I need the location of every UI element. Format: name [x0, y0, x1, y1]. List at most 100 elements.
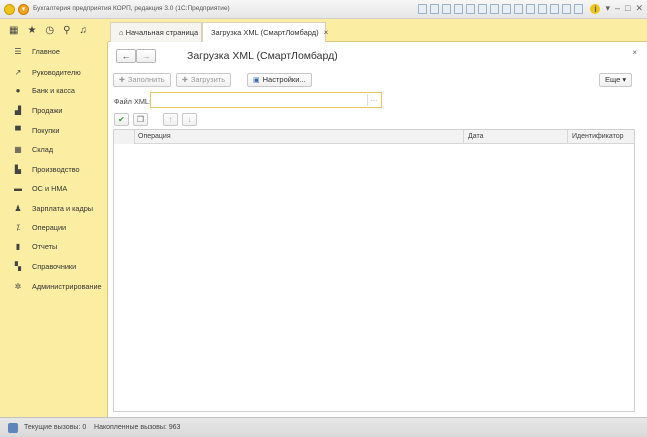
sidebar-item-label: Банк и касса: [32, 85, 75, 95]
maximize-icon[interactable]: □: [625, 3, 630, 14]
sidebar-item-label: Производство: [32, 164, 80, 174]
sidebar-item-purchases[interactable]: ▀ Покупки: [12, 122, 59, 138]
toolbar-icon[interactable]: [490, 4, 499, 14]
sidebar-item-label: Руководителю: [32, 67, 81, 77]
toolbar-icon[interactable]: [478, 4, 487, 14]
menu-icon: ☰: [14, 46, 22, 56]
app-logo-icon[interactable]: [4, 4, 15, 15]
truck-icon: ▬: [14, 183, 22, 193]
column-header-operation[interactable]: Операция: [138, 133, 171, 140]
move-down-button[interactable]: ↓: [182, 113, 197, 126]
panel-icons: ▦ ★ ◷ ⚲ ♫: [0, 19, 108, 42]
sidebar-item-assets[interactable]: ▬ ОС и НМА: [12, 180, 67, 196]
check-all-button[interactable]: ✔: [114, 113, 129, 126]
close-form-icon[interactable]: ×: [632, 48, 637, 57]
settings-icon: ▣: [253, 77, 260, 84]
chevron-down-icon[interactable]: ▾: [605, 3, 610, 14]
fill-button[interactable]: ✚ Заполнить: [113, 73, 171, 87]
tab-home[interactable]: ⌂ Начальная страница: [110, 22, 202, 42]
file-select-icon[interactable]: …: [367, 94, 380, 106]
grid-menu-icon[interactable]: ▦: [9, 25, 18, 36]
toolbar-icon[interactable]: [418, 4, 427, 14]
sidebar-item-catalogs[interactable]: ▚ Справочники: [12, 258, 76, 274]
toolbar-icon[interactable]: [466, 4, 475, 14]
sidebar-item-label: Главное: [32, 46, 60, 56]
info-icon[interactable]: i: [590, 3, 601, 14]
sidebar-item-admin[interactable]: ✲ Администрирование: [12, 278, 102, 294]
star-icon[interactable]: ★: [27, 25, 36, 36]
sidebar-item-manager[interactable]: ↗ Руководителю: [12, 64, 81, 80]
toolbar-icon[interactable]: [454, 4, 463, 14]
tab-close-icon[interactable]: ×: [324, 28, 329, 37]
chevron-down-icon: ▾: [622, 75, 627, 84]
sidebar-item-warehouse[interactable]: ▦ Склад: [12, 141, 53, 157]
toolbar-icon[interactable]: [562, 4, 571, 14]
sidebar-item-label: ОС и НМА: [32, 183, 68, 193]
check-icon: ✔: [118, 115, 125, 124]
window-title: Бухгалтерия предприятия КОРП, редакция 3…: [33, 5, 230, 12]
calls-icon: [8, 423, 18, 433]
history-icon[interactable]: ◷: [45, 25, 54, 36]
sidebar-item-label: Администрирование: [32, 281, 102, 291]
column-header-identifier[interactable]: Идентификатор: [572, 133, 624, 140]
fill-button-label: Заполнить: [127, 75, 165, 84]
operations-table[interactable]: Операция Дата Идентификатор: [113, 129, 635, 412]
cart-icon: ▀: [15, 125, 21, 135]
toolbar-icon[interactable]: [502, 4, 511, 14]
fill-icon: ✚: [119, 77, 125, 84]
book-icon: ▚: [14, 261, 22, 271]
minimize-icon[interactable]: –: [615, 3, 620, 14]
move-up-button[interactable]: ↑: [163, 113, 178, 126]
toolbar-icon[interactable]: [514, 4, 523, 14]
more-button-label: Еще: [605, 75, 621, 84]
home-icon: ⌂: [119, 28, 126, 37]
arrow-right-icon: →: [141, 51, 151, 61]
sidebar-item-salary[interactable]: ♟ Зарплата и кадры: [12, 200, 93, 216]
sidebar-item-bank[interactable]: ● Банк и касса: [12, 82, 75, 98]
sidebar: ☰ Главное ↗ Руководителю ● Банк и касса ▟ Пр…: [0, 42, 108, 417]
sidebar-item-sales[interactable]: ▟ Продажи: [12, 102, 63, 118]
toolbar-icon[interactable]: [574, 4, 583, 14]
toolbar-icon[interactable]: [526, 4, 535, 14]
file-xml-input[interactable]: [150, 92, 382, 108]
sidebar-item-production[interactable]: ▙ Производство: [12, 161, 80, 177]
load-button[interactable]: ✚ Загрузить: [176, 73, 232, 87]
table-header: Операция Дата Идентификатор: [114, 130, 634, 144]
page-title: Загрузка XML (СмартЛомбард): [187, 50, 338, 62]
more-button[interactable]: Еще ▾: [599, 73, 633, 87]
sidebar-item-label: Зарплата и кадры: [32, 203, 94, 213]
sidebar-item-label: Склад: [32, 144, 54, 154]
bank-icon: ●: [15, 85, 21, 95]
sidebar-item-main[interactable]: ☰ Главное: [12, 43, 60, 59]
sidebar-item-label: Справочники: [32, 261, 77, 271]
gear-icon: ✲: [14, 281, 22, 291]
trend-icon: ↗: [14, 67, 22, 77]
tab-xml-import[interactable]: Загрузка XML (СмартЛомбард) ×: [202, 22, 329, 42]
sidebar-item-label: Продажи: [32, 105, 63, 115]
forward-button[interactable]: →: [136, 49, 156, 63]
toolbar-icon[interactable]: [550, 4, 559, 14]
toolbar-icon[interactable]: [442, 4, 451, 14]
toolbar-icon[interactable]: [538, 4, 547, 14]
table-header-checkbox-col: [114, 130, 134, 144]
sidebar-item-operations[interactable]: ⁒ Операции: [12, 219, 66, 235]
operations-icon: ⁒: [16, 222, 20, 232]
close-window-icon[interactable]: ✕: [635, 3, 643, 14]
arrow-up-icon: ↑: [168, 115, 173, 124]
settings-button[interactable]: ▣ Настройки...: [247, 73, 312, 87]
uncheck-all-button[interactable]: ❐: [133, 113, 148, 126]
search-icon[interactable]: ⚲: [63, 25, 70, 36]
sidebar-item-reports[interactable]: ▮ Отчеты: [12, 238, 57, 254]
bell-icon[interactable]: ♫: [79, 25, 87, 36]
sidebar-item-label: Отчеты: [32, 241, 58, 251]
app-menu-icon[interactable]: ▾: [18, 4, 29, 15]
settings-button-label: Настройки...: [262, 75, 306, 84]
file-label: Файл XML:: [114, 97, 151, 106]
back-button[interactable]: ←: [116, 49, 136, 63]
sidebar-item-label: Покупки: [32, 125, 60, 135]
tab-home-label: Начальная страница: [125, 28, 199, 37]
form-area: ← → Загрузка XML (СмартЛомбард) × ✚ Запол…: [109, 42, 647, 417]
toolbar-icon[interactable]: [430, 4, 439, 14]
load-icon: ✚: [182, 77, 188, 84]
column-header-date[interactable]: Дата: [468, 133, 484, 140]
